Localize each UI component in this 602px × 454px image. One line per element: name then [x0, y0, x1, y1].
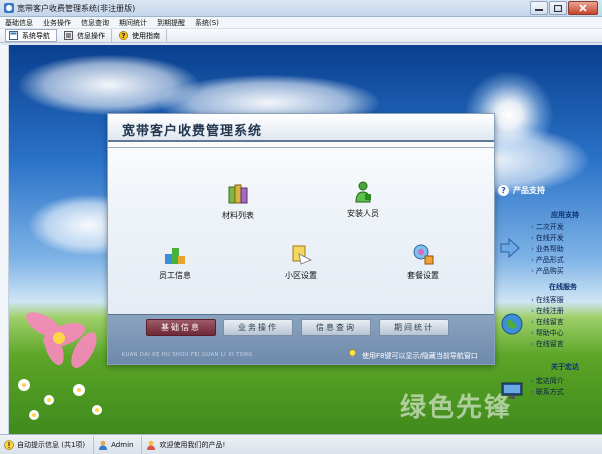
toolbar-label: 系统导航 — [22, 31, 50, 40]
feature-community-settings[interactable]: 小区设置 — [261, 242, 341, 281]
panel-header: ? 产品支持 — [498, 185, 545, 196]
navigation-dialog: 宽带客户收费管理系统 材料列表 安装人员 员工信息 小区设置 套餐设置 基础信息… — [107, 113, 495, 365]
menu-basic-info[interactable]: 基础信息 — [5, 18, 33, 28]
panel-header-label: 产品支持 — [513, 186, 545, 195]
status-alerts[interactable]: 自动提示信息 (共1项) — [4, 435, 95, 454]
close-button[interactable] — [568, 1, 598, 15]
link-secondary-dev[interactable]: 二次开发 — [531, 222, 564, 232]
link-product-purchase[interactable]: 产品购买 — [531, 266, 564, 276]
menu-period-statistics[interactable]: 期间统计 — [119, 18, 147, 28]
employee-icon — [165, 248, 185, 264]
welcome-icon — [147, 440, 156, 450]
maximize-button[interactable] — [549, 1, 567, 15]
link-business-help[interactable]: 业务帮助 — [531, 244, 564, 254]
hint-text: 使用F8键可以显示/隐藏当前导航窗口 — [362, 352, 478, 360]
user-icon — [99, 440, 108, 450]
link-online-dev[interactable]: 在线开发 — [531, 233, 564, 243]
status-welcome: 欢迎使用我们的产品! — [146, 436, 233, 454]
navigation-icon — [9, 31, 18, 40]
community-settings-icon — [292, 245, 313, 265]
feature-label: 员工信息 — [159, 271, 191, 280]
help-circle-icon: ? — [498, 185, 509, 196]
dialog-tab-bar: 基础信息 业务操作 信息查询 期间统计 KUAN DAI KE HU SHOU … — [108, 314, 494, 364]
feature-employee-info[interactable]: 员工信息 — [135, 242, 215, 281]
link-online-service[interactable]: 在线客服 — [531, 295, 564, 305]
link-product-form[interactable]: 产品形式 — [531, 255, 564, 265]
tab-info-query[interactable]: 信息查询 — [301, 319, 371, 336]
window-title: 宽带客户收费管理系统(非注册版) — [17, 4, 136, 13]
section-title-about: 关于宏达 — [551, 363, 579, 371]
menu-expiry-reminder[interactable]: 到期提醒 — [157, 18, 185, 28]
help-guide-icon: ? — [119, 31, 128, 40]
toolbar: 系统导航 信息操作 ? 使用指南 — [0, 29, 602, 43]
menu-system[interactable]: 系统(S) — [195, 18, 219, 28]
menu-business-operation[interactable]: 业务操作 — [43, 18, 71, 28]
link-online-message-2[interactable]: 在线留言 — [531, 339, 564, 349]
section-title-online-service: 在线服务 — [549, 283, 577, 291]
link-company-intro[interactable]: 宏达简介 — [531, 376, 564, 386]
close-icon — [579, 4, 587, 12]
feature-package-settings[interactable]: 套餐设置 — [383, 242, 463, 281]
link-help-center[interactable]: 帮助中心 — [531, 328, 564, 338]
toolbar-info-operation[interactable]: 信息操作 — [61, 29, 112, 42]
feature-installers[interactable]: 安装人员 — [323, 180, 403, 219]
flower-decoration — [18, 312, 102, 420]
feature-label: 材料列表 — [222, 211, 254, 220]
status-welcome-text: 欢迎使用我们的产品! — [159, 440, 226, 449]
window-controls — [529, 1, 598, 15]
link-contact[interactable]: 联系方式 — [531, 387, 564, 397]
status-bar: 自动提示信息 (共1项) Admin 欢迎使用我们的产品! — [0, 434, 602, 454]
left-strip — [0, 45, 9, 434]
toolbar-label: 使用指南 — [132, 31, 160, 40]
globe-icon — [501, 313, 523, 335]
toolbar-system-navigation[interactable]: 系统导航 — [5, 29, 57, 42]
link-online-message[interactable]: 在线留言 — [531, 317, 564, 327]
tab-business-operation[interactable]: 业务操作 — [223, 319, 293, 336]
books-icon — [228, 184, 248, 204]
status-alerts-text: 自动提示信息 (共1项) — [17, 440, 86, 449]
feature-label: 套餐设置 — [407, 271, 439, 280]
arrow-icon — [500, 237, 520, 259]
link-online-register[interactable]: 在线注册 — [531, 306, 564, 316]
dialog-title: 宽带客户收费管理系统 — [122, 124, 263, 139]
installer-person-icon — [355, 181, 371, 203]
menu-info-query[interactable]: 信息查询 — [81, 18, 109, 28]
svg-text:?: ? — [121, 32, 125, 40]
maximize-icon — [554, 4, 562, 12]
window-titlebar: 宽带客户收费管理系统(非注册版) — [0, 0, 602, 17]
dialog-divider — [108, 147, 494, 148]
toolbar-label: 信息操作 — [77, 31, 105, 40]
watermark-text: 绿色先锋 — [400, 393, 513, 423]
section-title-app-support: 应用支持 — [551, 211, 579, 219]
alert-icon — [4, 439, 14, 450]
status-user: Admin — [98, 435, 143, 454]
feature-label: 安装人员 — [347, 209, 379, 218]
feature-label: 小区设置 — [285, 271, 317, 280]
minimize-icon — [535, 9, 543, 11]
info-operation-icon — [64, 31, 73, 40]
lightbulb-icon — [348, 349, 357, 358]
tab-basic-info[interactable]: 基础信息 — [146, 319, 216, 336]
app-icon — [4, 3, 14, 13]
tab-period-statistics[interactable]: 期间统计 — [379, 319, 449, 336]
status-user-text: Admin — [111, 440, 134, 449]
pinyin-caption: KUAN DAI KE HU SHOU FEI GUAN LI XI TONG — [122, 352, 253, 358]
dialog-title-bar: 宽带客户收费管理系统 — [108, 114, 494, 142]
menu-bar: 基础信息 业务操作 信息查询 期间统计 到期提醒 系统(S) — [0, 17, 602, 29]
package-settings-icon — [413, 244, 434, 265]
feature-material-list[interactable]: 材料列表 — [198, 182, 278, 221]
minimize-button[interactable] — [530, 1, 548, 15]
toolbar-help-guide[interactable]: ? 使用指南 — [116, 29, 167, 42]
